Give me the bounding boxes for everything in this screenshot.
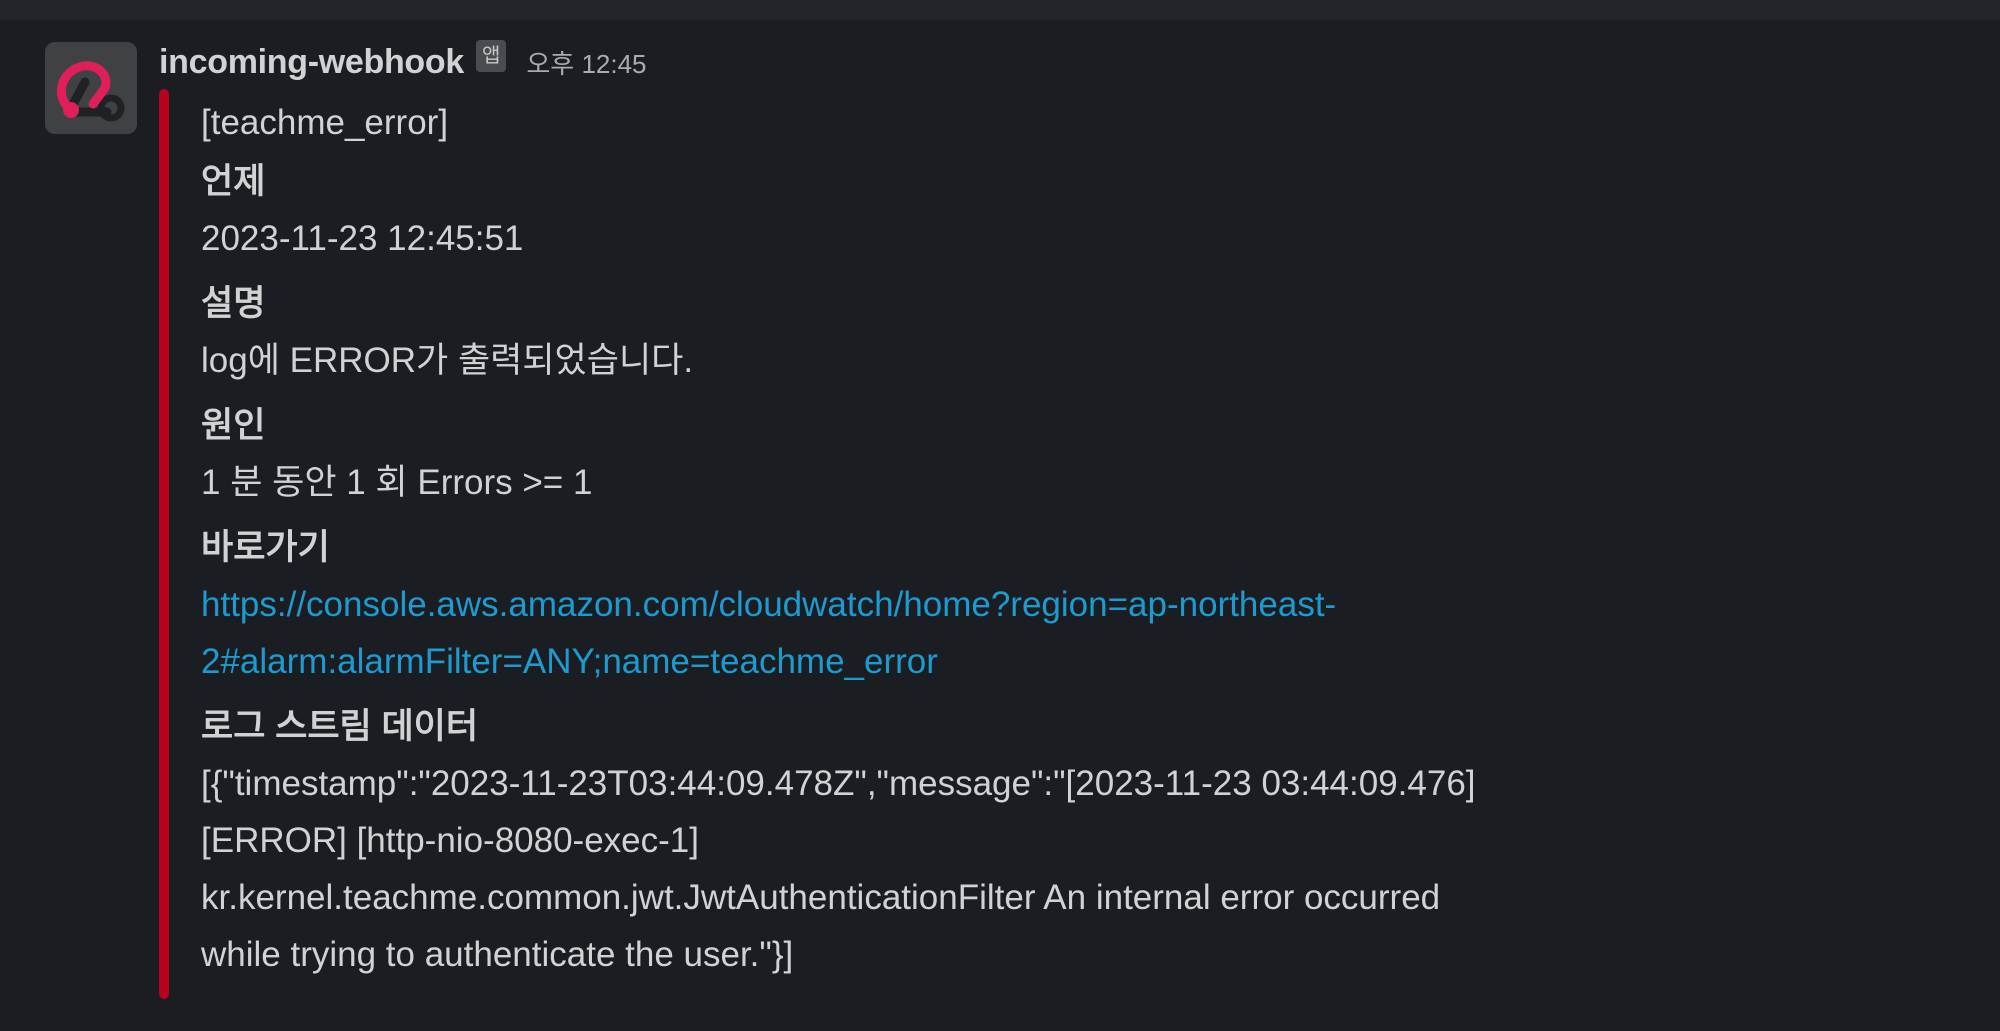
attachment-color-bar (159, 89, 169, 999)
field-title-cause: 원인 (201, 406, 266, 445)
app-badge: 앱 (475, 40, 507, 72)
log-line-4: while trying to authenticate the user."}… (201, 935, 794, 974)
field-title-log-stream: 로그 스트림 데이터 (201, 707, 479, 746)
log-line-2: [ERROR] [http-nio-8080-exec-1] (201, 821, 699, 860)
console-link[interactable]: https://console.aws.amazon.com/cloudwatc… (201, 576, 1921, 690)
top-bar (0, 0, 2000, 20)
message-item: incoming-webhook 앱 오후 12:45 [teachme_err… (0, 20, 2000, 1031)
log-line-1: [{"timestamp":"2023-11-23T03:44:09.478Z"… (201, 764, 1476, 803)
message-timestamp[interactable]: 오후 12:45 (526, 44, 646, 81)
message-header: incoming-webhook 앱 오후 12:45 (159, 40, 647, 84)
avatar[interactable] (45, 42, 137, 134)
field-value-cause: 1 분 동안 1 회 Errors >= 1 (201, 463, 593, 502)
log-line-3: kr.kernel.teachme.common.jwt.JwtAuthenti… (201, 878, 1441, 917)
field-title-shortcut: 바로가기 (201, 528, 330, 567)
webhook-icon (45, 42, 137, 134)
field-value-when: 2023-11-23 12:45:51 (201, 219, 524, 258)
sender-name[interactable]: incoming-webhook (159, 43, 464, 82)
field-value-description: log에 ERROR가 출력되었습니다. (201, 341, 694, 380)
console-link-line-2[interactable]: 2#alarm:alarmFilter=ANY;name=teachme_err… (201, 633, 1921, 690)
attachment-body: [teachme_error] 언제 2023-11-23 12:45:51 설… (201, 93, 1921, 983)
field-title-description: 설명 (201, 284, 266, 323)
log-stream-data: [{"timestamp":"2023-11-23T03:44:09.478Z"… (201, 755, 1921, 983)
attachment-title: [teachme_error] (201, 103, 449, 142)
field-title-when: 언제 (201, 162, 266, 201)
console-link-line-1[interactable]: https://console.aws.amazon.com/cloudwatc… (201, 576, 1921, 633)
